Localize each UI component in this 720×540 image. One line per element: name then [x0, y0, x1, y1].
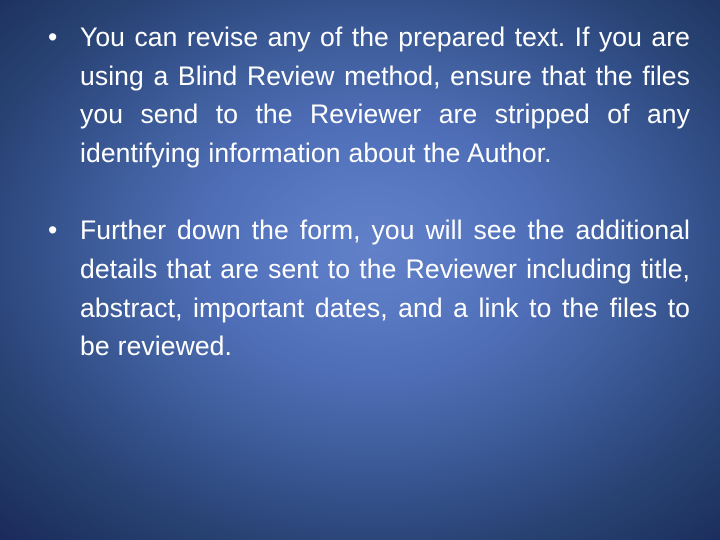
- bullet-paragraph-2: • Further down the form, you will see th…: [34, 211, 690, 365]
- bullet-paragraph-1-text: You can revise any of the prepared text.…: [80, 22, 690, 168]
- bullet-paragraph-1: • You can revise any of the prepared tex…: [34, 18, 690, 172]
- slide-canvas: • You can revise any of the prepared tex…: [0, 0, 720, 540]
- bullet-point-icon: •: [48, 22, 58, 52]
- bullet-paragraph-2-text: Further down the form, you will see the …: [80, 215, 690, 362]
- slide-content-body: • You can revise any of the prepared tex…: [34, 18, 690, 366]
- bullet-point-icon: •: [48, 215, 58, 246]
